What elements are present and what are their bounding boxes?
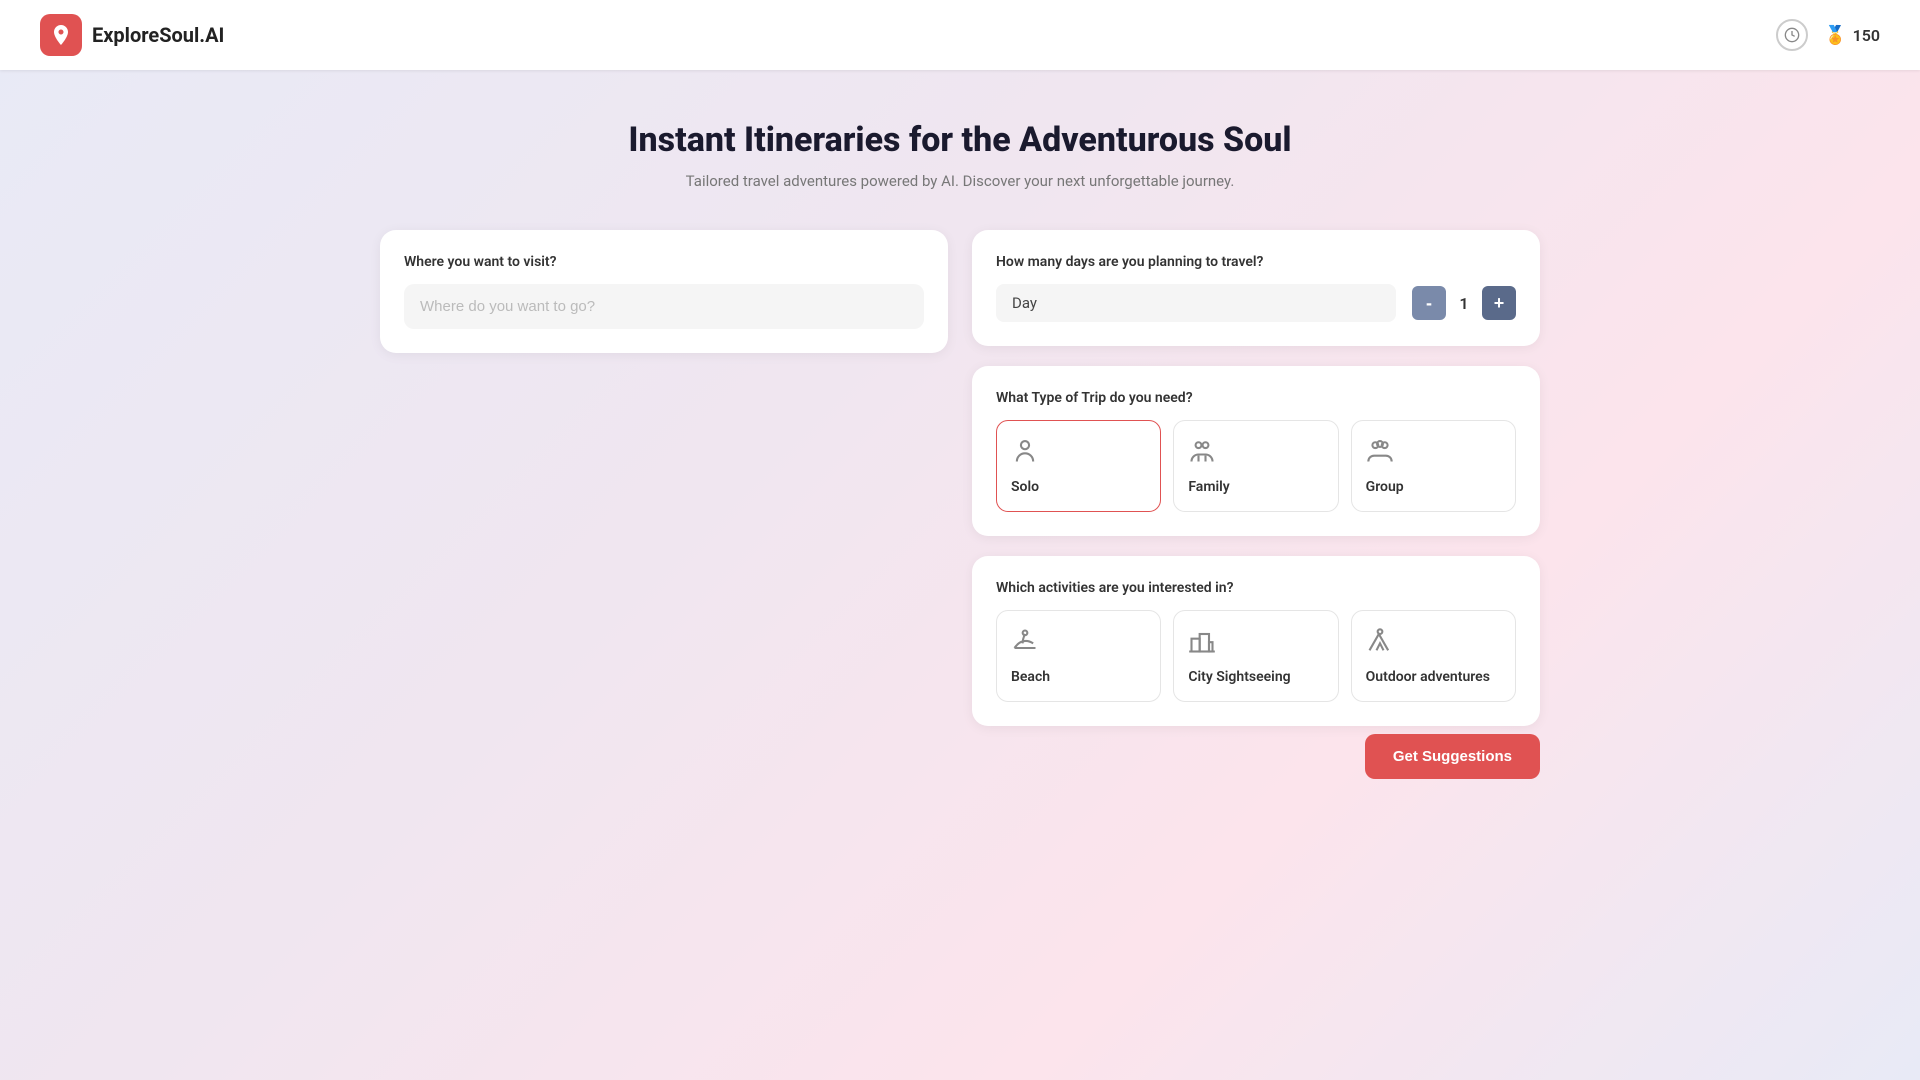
trip-option-solo[interactable]: Solo: [996, 420, 1161, 512]
actions-row: Get Suggestions: [380, 734, 1540, 779]
trip-type-label: What Type of Trip do you need?: [996, 390, 1516, 406]
increment-button[interactable]: +: [1482, 286, 1516, 320]
logo-icon: [40, 14, 82, 56]
destination-card: Where you want to visit?: [380, 230, 948, 353]
solo-label: Solo: [1011, 479, 1146, 495]
left-column: Where you want to visit?: [380, 230, 948, 726]
main-content: Instant Itineraries for the Adventurous …: [360, 70, 1560, 819]
city-sightseeing-label: City Sightseeing: [1188, 669, 1323, 685]
activities-card: Which activities are you interested in? …: [972, 556, 1540, 726]
activities-options: Beach City Sightseeing: [996, 610, 1516, 702]
activity-option-city[interactable]: City Sightseeing: [1173, 610, 1338, 702]
destination-label: Where you want to visit?: [404, 254, 924, 270]
beach-icon: [1011, 627, 1146, 661]
day-text: Day: [996, 284, 1396, 322]
logo-text: ExploreSoul.AI: [92, 23, 224, 47]
trip-type-card: What Type of Trip do you need? Solo: [972, 366, 1540, 536]
group-label: Group: [1366, 479, 1501, 495]
right-column: How many days are you planning to travel…: [972, 230, 1540, 726]
get-suggestions-button[interactable]: Get Suggestions: [1365, 734, 1540, 779]
trip-option-group[interactable]: Group: [1351, 420, 1516, 512]
form-layout: Where you want to visit? How many days a…: [380, 230, 1540, 726]
days-count: 1: [1454, 294, 1474, 313]
solo-icon: [1011, 437, 1146, 471]
hero-subtitle: Tailored travel adventures powered by AI…: [380, 172, 1540, 190]
coin-icon: 🏅: [1824, 25, 1846, 46]
header: ExploreSoul.AI 🏅 150: [0, 0, 1920, 70]
family-label: Family: [1188, 479, 1323, 495]
days-row: Day - 1 +: [996, 284, 1516, 322]
coins-count: 150: [1853, 26, 1880, 45]
city-sightseeing-icon: [1188, 627, 1323, 661]
trip-option-family[interactable]: Family: [1173, 420, 1338, 512]
hero-title: Instant Itineraries for the Adventurous …: [380, 120, 1540, 160]
activity-option-beach[interactable]: Beach: [996, 610, 1161, 702]
outdoor-icon: [1366, 627, 1501, 661]
group-icon: [1366, 437, 1501, 471]
clock-icon[interactable]: [1776, 19, 1808, 51]
outdoor-label: Outdoor adventures: [1366, 669, 1501, 685]
beach-label: Beach: [1011, 669, 1146, 685]
destination-input[interactable]: [404, 284, 924, 329]
counter-controls: - 1 +: [1412, 286, 1516, 320]
logo-area: ExploreSoul.AI: [40, 14, 224, 56]
family-icon: [1188, 437, 1323, 471]
header-right: 🏅 150: [1776, 19, 1880, 51]
trip-type-options: Solo Family: [996, 420, 1516, 512]
activity-option-outdoor[interactable]: Outdoor adventures: [1351, 610, 1516, 702]
coins-display: 🏅 150: [1824, 25, 1880, 46]
days-card: How many days are you planning to travel…: [972, 230, 1540, 346]
decrement-button[interactable]: -: [1412, 286, 1446, 320]
days-label: How many days are you planning to travel…: [996, 254, 1516, 270]
activities-label: Which activities are you interested in?: [996, 580, 1516, 596]
